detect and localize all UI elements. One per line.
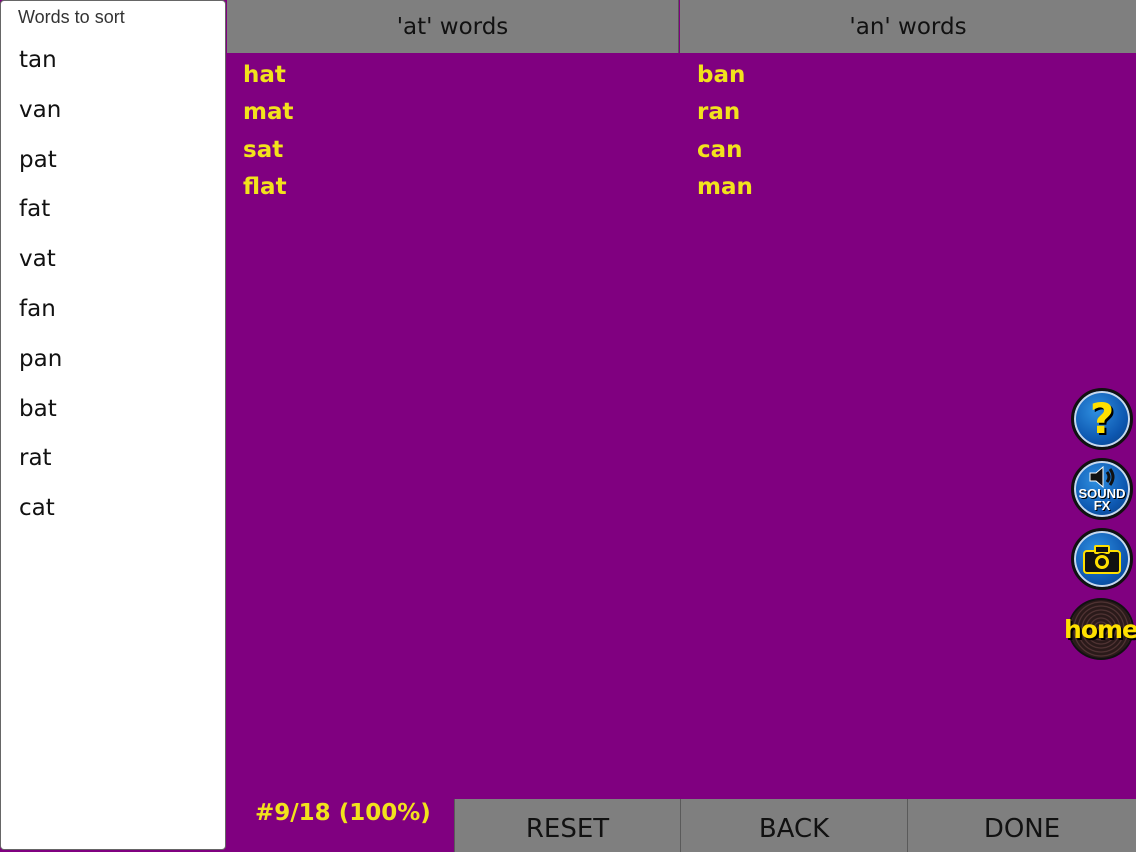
- sorted-word[interactable]: ran: [697, 97, 753, 134]
- speaker-icon: [1089, 466, 1115, 488]
- at-words-drop-zone[interactable]: hat mat sat flat: [243, 60, 293, 209]
- sorted-word[interactable]: man: [697, 172, 753, 209]
- home-button[interactable]: home: [1064, 598, 1136, 660]
- progress-counter: #9/18 (100%): [255, 800, 431, 826]
- word-tile-cat[interactable]: cat: [19, 493, 62, 543]
- question-mark-icon: ?: [1089, 394, 1115, 443]
- sorted-word[interactable]: can: [697, 135, 753, 172]
- sorted-word[interactable]: sat: [243, 135, 293, 172]
- word-tile-van[interactable]: van: [19, 95, 62, 145]
- word-sort-app: Words to sort tan van pat fat vat fan pa…: [0, 0, 1136, 852]
- sorted-word[interactable]: mat: [243, 97, 293, 134]
- word-tile-fan[interactable]: fan: [19, 294, 62, 344]
- word-tile-pat[interactable]: pat: [19, 145, 62, 195]
- unsorted-word-list: tan van pat fat vat fan pan bat rat cat: [19, 45, 62, 543]
- word-tile-rat[interactable]: rat: [19, 443, 62, 493]
- camera-icon: [1083, 545, 1121, 574]
- camera-button[interactable]: [1071, 528, 1133, 590]
- word-tile-tan[interactable]: tan: [19, 45, 62, 95]
- sorted-word[interactable]: flat: [243, 172, 293, 209]
- sorted-word[interactable]: ban: [697, 60, 753, 97]
- at-words-column-header: 'at' words: [227, 0, 679, 53]
- sound-fx-button[interactable]: SOUND FX: [1071, 458, 1133, 520]
- home-label: home: [1064, 614, 1136, 644]
- words-to-sort-panel: Words to sort tan van pat fat vat fan pa…: [0, 0, 226, 850]
- sorted-word[interactable]: hat: [243, 60, 293, 97]
- word-tile-bat[interactable]: bat: [19, 394, 62, 444]
- an-words-column-header: 'an' words: [680, 0, 1136, 53]
- word-tile-pan[interactable]: pan: [19, 344, 62, 394]
- an-words-drop-zone[interactable]: ban ran can man: [697, 60, 753, 209]
- word-tile-fat[interactable]: fat: [19, 194, 62, 244]
- panel-title: Words to sort: [18, 7, 125, 27]
- back-button[interactable]: BACK: [680, 799, 907, 852]
- done-button[interactable]: DONE: [907, 799, 1136, 852]
- reset-button[interactable]: RESET: [454, 799, 680, 852]
- word-tile-vat[interactable]: vat: [19, 244, 62, 294]
- help-button[interactable]: ?: [1071, 388, 1133, 450]
- sound-label-line2: FX: [1093, 498, 1111, 513]
